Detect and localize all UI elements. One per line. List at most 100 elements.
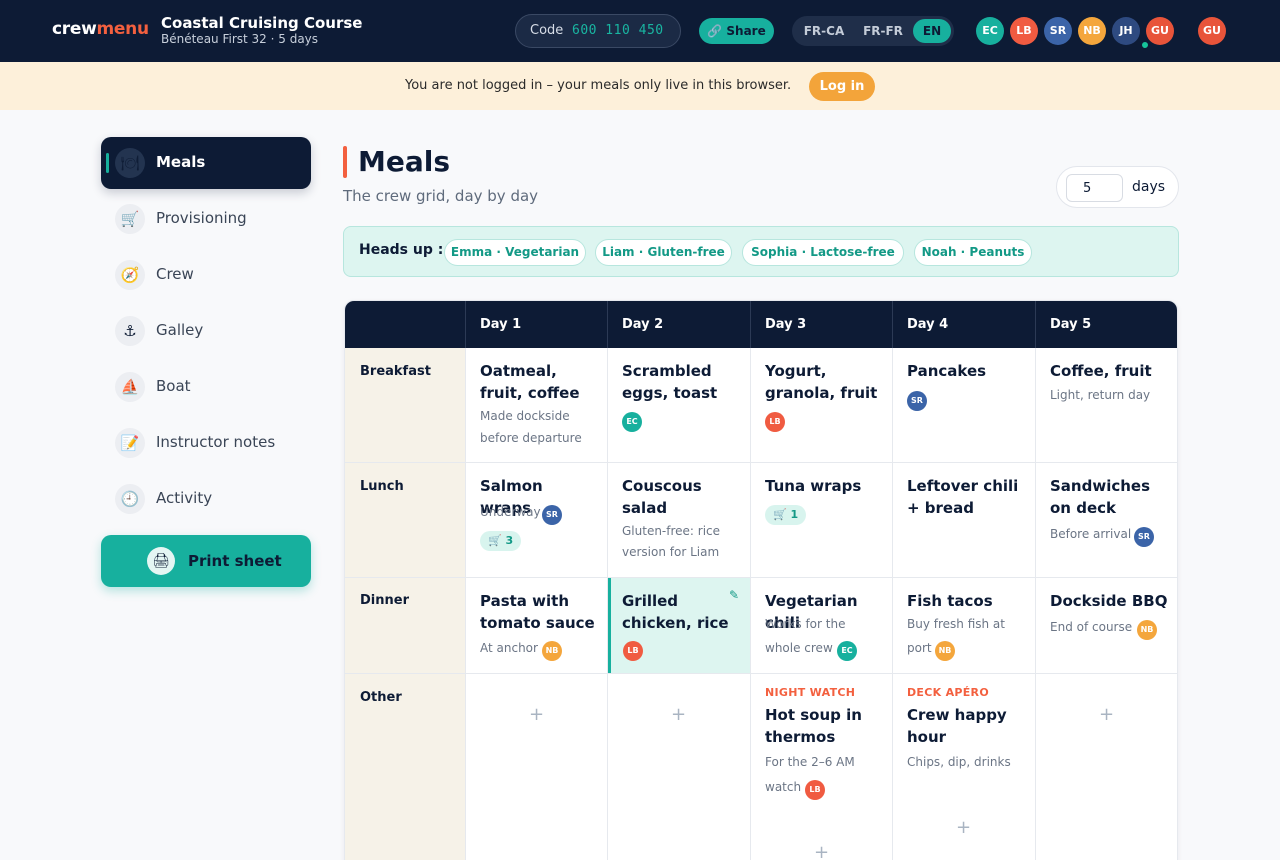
- meal-cell-dinner-day1[interactable]: Pasta with tomato sauce At anchor NB: [466, 578, 608, 673]
- banner-message: You are not logged in – your meals only …: [405, 78, 792, 93]
- meal-cell-other-day1[interactable]: +: [466, 674, 608, 860]
- dish-name: Crew happy hour: [907, 706, 1007, 746]
- dish-note: Before arrival: [1050, 527, 1132, 541]
- meal-label-breakfast: Breakfast: [360, 364, 431, 379]
- dish-name: Oatmeal, fruit, coffee: [480, 362, 580, 402]
- meal-cell-lunch-day3[interactable]: Tuna wraps 🛒 1: [751, 463, 893, 577]
- grid-divider: [892, 301, 893, 348]
- cook-avatar[interactable]: SR: [907, 391, 927, 411]
- cook-avatar[interactable]: EC: [837, 641, 857, 661]
- avatar-crew-ec[interactable]: EC: [976, 17, 1004, 45]
- code-value: 600 110 450: [572, 23, 664, 38]
- meal-cell-breakfast-day3[interactable]: Yogurt, granola, fruit LB: [751, 348, 893, 462]
- meal-cell-breakfast-day1[interactable]: Oatmeal, fruit, coffee Made dockside bef…: [466, 348, 608, 462]
- day-header-5: Day 5: [1050, 317, 1092, 332]
- diet-chip-liam[interactable]: Liam · Gluten-free: [595, 239, 732, 266]
- avatar-crew-gu[interactable]: GU: [1146, 17, 1174, 45]
- meal-cell-lunch-day1[interactable]: Salmon wraps Underway SR 🛒 3: [466, 463, 608, 577]
- grid-header: Day 1 Day 2 Day 3 Day 4 Day 5: [345, 301, 1177, 348]
- notes-icon: 📝: [115, 428, 145, 458]
- diet-chip-emma[interactable]: Emma · Vegetarian: [444, 239, 586, 266]
- meal-cell-other-day3[interactable]: NIGHT WATCH Hot soup in thermos For the …: [751, 674, 893, 860]
- provisioning-badge[interactable]: 🛒 1: [765, 505, 807, 525]
- add-meal-button[interactable]: +: [671, 704, 686, 725]
- share-button[interactable]: 🔗 Share: [699, 18, 774, 44]
- diet-chip-noah[interactable]: Noah · Peanuts: [914, 239, 1032, 266]
- add-meal-button[interactable]: +: [814, 842, 829, 860]
- avatar-crew-lb[interactable]: LB: [1010, 17, 1038, 45]
- avatar-crew-jh[interactable]: JH: [1112, 17, 1140, 45]
- cook-avatar[interactable]: EC: [622, 412, 642, 432]
- days-control: days: [1056, 166, 1179, 208]
- sidebar-item-activity[interactable]: 🕘 Activity: [101, 473, 311, 525]
- avatar-crew-sr[interactable]: SR: [1044, 17, 1072, 45]
- cook-avatar[interactable]: NB: [1137, 620, 1157, 640]
- compass-icon: 🧭: [115, 260, 145, 290]
- lang-fr-fr[interactable]: FR-FR: [857, 19, 909, 43]
- app-logo[interactable]: crewmenu: [52, 19, 149, 39]
- meal-label-other: Other: [360, 690, 402, 705]
- meal-cell-breakfast-day5[interactable]: Coffee, fruit Light, return day: [1036, 348, 1177, 462]
- avatar-crew-nb[interactable]: NB: [1078, 17, 1106, 45]
- print-sheet-button[interactable]: 🖨 Print sheet: [101, 535, 311, 587]
- pencil-icon[interactable]: ✎: [729, 588, 739, 602]
- day-header-3: Day 3: [765, 317, 807, 332]
- user-avatar[interactable]: GU: [1198, 17, 1226, 45]
- sidebar-item-instructor-notes[interactable]: 📝 Instructor notes: [101, 417, 311, 469]
- cook-avatar[interactable]: SR: [542, 505, 562, 525]
- meal-cell-lunch-day2[interactable]: Couscous salad Gluten-free: rice version…: [608, 463, 750, 577]
- dish-name: Leftover chili + bread: [907, 477, 1019, 517]
- sidebar-item-label: Galley: [156, 321, 204, 339]
- lang-en[interactable]: EN: [913, 19, 951, 43]
- course-title: Coastal Cruising Course: [161, 14, 363, 32]
- meal-cell-dinner-day2[interactable]: Grilled chicken, rice ✎ LB: [608, 578, 750, 673]
- sailboat-icon: ⛵: [115, 372, 145, 402]
- dish-note: Light, return day: [1050, 388, 1151, 402]
- dish-name: Sandwiches on deck: [1050, 477, 1151, 517]
- session-code-box[interactable]: Code 600 110 450: [515, 14, 681, 48]
- meal-cell-other-day4[interactable]: DECK APÉRO Crew happy hour Chips, dip, d…: [893, 674, 1035, 860]
- dish-name: Tuna wraps: [765, 477, 862, 495]
- sidebar-item-meals[interactable]: 🍽 Meals: [101, 137, 311, 189]
- meal-cell-dinner-day4[interactable]: Fish tacos Buy fresh fish at port NB: [893, 578, 1035, 673]
- login-banner: You are not logged in – your meals only …: [0, 62, 1280, 110]
- meal-cell-breakfast-day4[interactable]: Pancakes SR: [893, 348, 1035, 462]
- cook-avatar[interactable]: NB: [935, 641, 955, 661]
- meal-cell-lunch-day4[interactable]: Leftover chili + bread: [893, 463, 1035, 577]
- login-button[interactable]: Log in: [809, 72, 875, 101]
- cook-avatar[interactable]: LB: [623, 641, 643, 661]
- sidebar-item-label: Provisioning: [156, 209, 247, 227]
- grid-divider: [750, 301, 751, 348]
- add-meal-button[interactable]: +: [529, 704, 544, 725]
- diet-chip-sophia[interactable]: Sophia · Lactose-free: [742, 239, 904, 266]
- meal-cell-dinner-day5[interactable]: Dockside BBQ End of course NB: [1036, 578, 1177, 673]
- add-meal-button[interactable]: +: [956, 817, 971, 838]
- page-subtitle: The crew grid, day by day: [343, 187, 539, 205]
- meal-cell-other-day5[interactable]: +: [1036, 674, 1177, 860]
- meal-cell-lunch-day5[interactable]: Sandwiches on deck Before arrival SR: [1036, 463, 1177, 577]
- day-header-2: Day 2: [622, 317, 664, 332]
- meal-cell-other-day2[interactable]: +: [608, 674, 750, 860]
- cook-avatar[interactable]: LB: [805, 780, 825, 800]
- dish-note: End of course: [1050, 620, 1133, 634]
- sidebar-item-crew[interactable]: 🧭 Crew: [101, 249, 311, 301]
- dish-name: Hot soup in thermos: [765, 706, 862, 746]
- online-indicator: [1140, 40, 1150, 50]
- sidebar-item-boat[interactable]: ⛵ Boat: [101, 361, 311, 413]
- meal-cell-dinner-day3[interactable]: Vegetarian chili Works for the whole cre…: [751, 578, 893, 673]
- meal-cell-breakfast-day2[interactable]: Scrambled eggs, toast EC: [608, 348, 750, 462]
- provisioning-badge[interactable]: 🛒 3: [480, 531, 522, 551]
- cook-avatar[interactable]: SR: [1134, 527, 1154, 547]
- days-input[interactable]: [1066, 174, 1123, 202]
- sidebar-item-galley[interactable]: ⚓ Galley: [101, 305, 311, 357]
- printer-icon: 🖨: [147, 547, 175, 575]
- cook-avatar[interactable]: LB: [765, 412, 785, 432]
- cook-avatar[interactable]: NB: [542, 641, 562, 661]
- dish-name: Coffee, fruit: [1050, 362, 1152, 380]
- dish-note: before departure: [480, 431, 582, 445]
- day-header-4: Day 4: [907, 317, 949, 332]
- title-accent: [343, 146, 347, 178]
- sidebar-item-provisioning[interactable]: 🛒 Provisioning: [101, 193, 311, 245]
- lang-fr-ca[interactable]: FR-CA: [798, 19, 850, 43]
- add-meal-button[interactable]: +: [1099, 704, 1114, 725]
